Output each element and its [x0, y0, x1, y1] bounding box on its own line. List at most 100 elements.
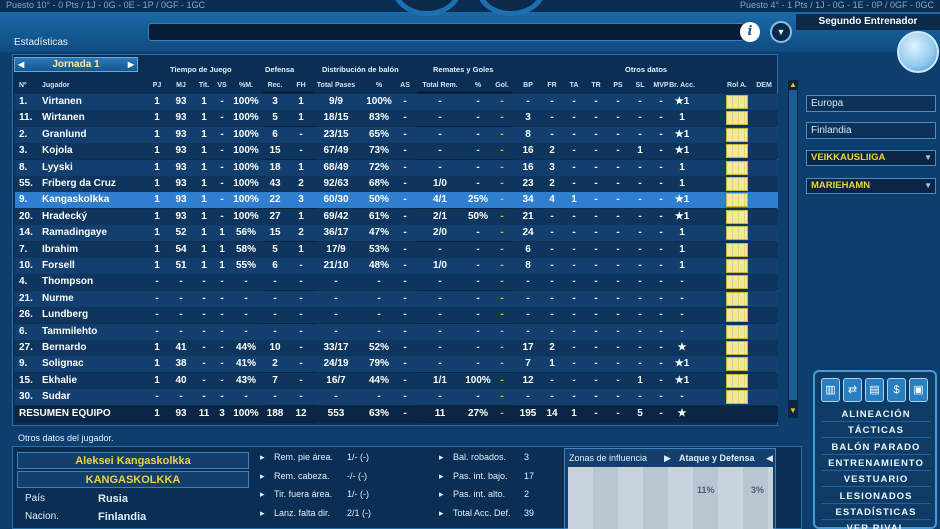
document-icon[interactable]: ▤ — [865, 378, 884, 402]
cell-name[interactable]: Kangaskolkka — [42, 192, 109, 208]
col-header-dem[interactable]: DEM — [756, 82, 772, 89]
col-header-name[interactable]: Jugador — [42, 82, 70, 89]
team-select[interactable]: MARIEHAMN ▼ — [806, 178, 936, 194]
col-header-tit[interactable]: Tit. — [199, 82, 209, 89]
cell-name[interactable]: Ibrahim — [42, 242, 78, 258]
jornada-selector[interactable]: ◀ Jornada 1 ▶ — [14, 57, 138, 72]
table-scrollbar[interactable]: ▲ ▼ — [788, 80, 798, 418]
col-header-rp[interactable]: % — [475, 82, 481, 89]
dropdown-arrow-icon[interactable]: ▼ — [924, 179, 932, 193]
cell-name[interactable]: Forsell — [42, 258, 75, 274]
cell-name[interactable]: Lyyski — [42, 160, 73, 176]
table-row[interactable] — [15, 143, 778, 160]
table-row[interactable] — [15, 225, 778, 242]
menu-item-5[interactable]: VESTUARIO — [821, 473, 931, 488]
league-select[interactable]: VEIKKAUSLIIGA ▼ — [806, 150, 936, 166]
table-row[interactable] — [15, 94, 778, 110]
menu-item-2[interactable]: TÁCTICAS — [821, 424, 931, 439]
table-row[interactable] — [15, 356, 778, 373]
col-header-mvp[interactable]: MVP — [653, 82, 668, 89]
table-row[interactable] — [15, 258, 778, 274]
table-row[interactable] — [15, 389, 778, 406]
cell-name[interactable]: Kojola — [42, 143, 73, 159]
col-header-bp[interactable]: BP — [523, 82, 533, 89]
menu-item-7[interactable]: ESTADÍSTICAS — [821, 506, 931, 520]
table-row[interactable] — [15, 110, 778, 127]
stadium-icon[interactable]: ▥ — [821, 378, 840, 402]
col-header-fr[interactable]: FR — [547, 82, 556, 89]
cell-name[interactable]: Bernardo — [42, 340, 86, 356]
table-row[interactable] — [15, 208, 778, 225]
cell-name[interactable]: Lundberg — [42, 307, 88, 323]
col-header-pp[interactable]: % — [376, 82, 382, 89]
table-row[interactable] — [15, 372, 778, 389]
menu-item-1[interactable]: ALINEACIÓN — [821, 408, 931, 422]
col-header-gol[interactable]: Gol. — [495, 82, 509, 89]
col-header-tr[interactable]: Total Rem. — [422, 82, 457, 89]
menu-item-8[interactable]: VER RIVAL — [821, 522, 931, 529]
table-row[interactable] — [15, 192, 778, 209]
cell-name[interactable]: Tammilehto — [42, 324, 97, 340]
dropdown-arrow-icon[interactable]: ▼ — [924, 151, 932, 165]
chevron-down-icon[interactable]: ▼ — [770, 21, 792, 43]
shop-icon[interactable]: ▣ — [909, 378, 928, 402]
zonas-next-icon[interactable]: ◀ — [766, 453, 773, 464]
table-row[interactable] — [15, 340, 778, 356]
col-header-ta[interactable]: TA — [570, 82, 579, 89]
table-row[interactable] — [15, 307, 778, 324]
cell-pp: - — [377, 292, 381, 304]
col-header-tp[interactable]: Total Pases — [317, 82, 355, 89]
table-row[interactable] — [15, 159, 778, 176]
table-row[interactable] — [15, 176, 778, 192]
col-header-rol[interactable]: Rol A. — [727, 82, 747, 89]
cell-name[interactable]: Hradecký — [42, 209, 87, 225]
cell-name[interactable]: Nurme — [42, 291, 74, 307]
col-header-as[interactable]: AS — [400, 82, 410, 89]
transfer-icon[interactable]: ⇄ — [843, 378, 862, 402]
prev-arrow-icon[interactable]: ◀ — [18, 58, 24, 71]
col-header-pj[interactable]: PJ — [153, 82, 162, 89]
cell-name[interactable]: Sudar — [42, 389, 70, 405]
cell-name[interactable]: Ekhalie — [42, 373, 77, 389]
cell-name[interactable]: Thompson — [42, 274, 93, 290]
scroll-down-icon[interactable]: ▼ — [788, 406, 798, 415]
col-header-mj[interactable]: MJ — [176, 82, 186, 89]
next-arrow-icon[interactable]: ▶ — [128, 58, 134, 71]
scroll-thumb[interactable] — [789, 90, 797, 400]
menu-item-6[interactable]: LESIONADOS — [821, 490, 931, 504]
cell-name[interactable]: Friberg da Cruz — [42, 176, 116, 192]
table-row[interactable] — [15, 290, 778, 307]
menu-item-4[interactable]: ENTRENAMIENTO — [821, 457, 931, 471]
zonas-prev-icon[interactable]: ▶ — [664, 453, 671, 464]
table-row[interactable] — [15, 323, 778, 340]
command-bar[interactable] — [148, 23, 744, 41]
col-header-n[interactable]: Nº — [19, 82, 27, 89]
col-header-pm[interactable]: %M. — [239, 82, 253, 89]
cell-pp: 65% — [368, 128, 390, 140]
summary-row[interactable] — [15, 405, 778, 422]
table-row[interactable] — [15, 126, 778, 143]
info-button[interactable]: i — [740, 22, 760, 42]
cell-pm: 100% — [233, 112, 259, 124]
cell-name[interactable]: RESUMEN EQUIPO — [19, 406, 111, 422]
col-header-trr[interactable]: TR — [591, 82, 600, 89]
col-header-rec[interactable]: Rec. — [268, 82, 283, 89]
table-row[interactable] — [15, 274, 778, 291]
table-row[interactable] — [15, 241, 778, 258]
scroll-up-icon[interactable]: ▲ — [788, 80, 798, 89]
cell-name[interactable]: Virtanen — [42, 94, 82, 110]
col-header-bra[interactable]: Br. Acc. — [669, 82, 695, 89]
cell-name[interactable]: Solignac — [42, 356, 84, 372]
col-header-ps[interactable]: PS — [613, 82, 622, 89]
col-header-fh[interactable]: FH — [296, 82, 305, 89]
bullet-icon: ▸ — [439, 489, 444, 499]
cell-name[interactable]: Ramadingaye — [42, 225, 107, 241]
cell-name[interactable]: Granlund — [42, 127, 86, 143]
col-header-vs[interactable]: VS — [217, 82, 226, 89]
menu-item-3[interactable]: BALÓN PARADO — [821, 441, 931, 455]
money-icon[interactable]: $ — [887, 378, 906, 402]
col-header-sl[interactable]: SL — [636, 82, 645, 89]
cell-name[interactable]: Wirtanen — [42, 110, 85, 126]
zonas-mode[interactable]: Ataque y Defensa — [679, 453, 755, 463]
assistant-coach-avatar[interactable] — [897, 31, 939, 73]
